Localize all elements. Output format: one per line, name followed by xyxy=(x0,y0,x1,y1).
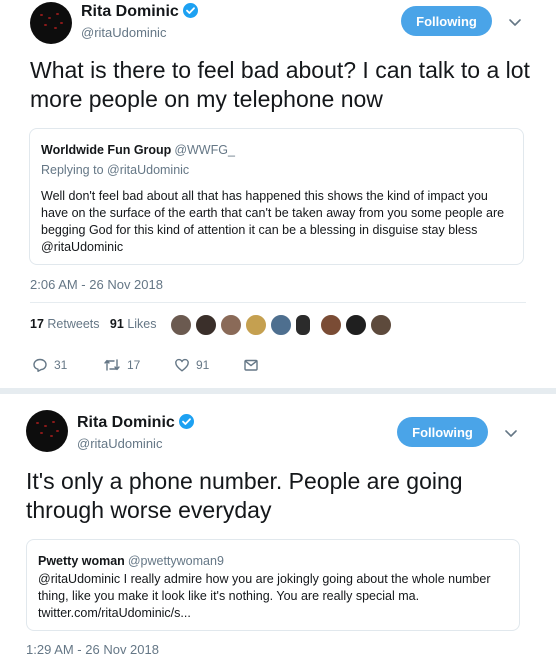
quoted-author-handle: @pwettywoman9 xyxy=(127,554,224,568)
author-avatar[interactable] xyxy=(30,2,72,44)
avatar-speck xyxy=(44,425,47,427)
divider xyxy=(30,302,526,303)
avatar-speck xyxy=(40,432,43,434)
like-icon xyxy=(175,358,189,372)
liker-avatar[interactable] xyxy=(220,314,242,336)
quoted-author-handle: @WWFG_ xyxy=(174,143,235,157)
liker-avatar[interactable] xyxy=(370,314,392,336)
engagement-stats: 17 Retweets 91 Likes xyxy=(30,317,157,331)
quoted-author-name: Worldwide Fun Group xyxy=(41,143,172,157)
following-button[interactable]: Following xyxy=(401,6,492,36)
author-handle[interactable]: @ritaUdominic xyxy=(81,25,166,40)
quoted-author-name: Pwetty woman xyxy=(38,554,125,568)
reply-count: 31 xyxy=(54,358,68,372)
avatar-speck xyxy=(44,24,47,26)
likes-count: 91 xyxy=(109,317,124,331)
avatar-speck xyxy=(36,422,39,424)
chevron-down-icon[interactable] xyxy=(507,14,523,30)
likes-label: Likes xyxy=(127,317,157,331)
tweet-text: It's only a phone number. People are goi… xyxy=(26,468,463,523)
avatar-speck xyxy=(60,22,63,24)
liker-avatar[interactable] xyxy=(170,314,192,336)
retweet-action[interactable]: 17 xyxy=(103,357,140,373)
liker-avatar[interactable] xyxy=(270,314,292,336)
replying-to-handle[interactable]: @ritaUdominic xyxy=(107,163,189,177)
replying-to: Replying to @ritaUdominic xyxy=(41,163,189,177)
retweet-count: 17 xyxy=(127,358,141,372)
liker-avatar[interactable] xyxy=(345,314,367,336)
verified-badge-icon xyxy=(182,3,198,18)
liker-avatar[interactable] xyxy=(195,314,217,336)
avatar-speck xyxy=(48,17,51,19)
quoted-author: Pwetty woman @pwettywoman9 xyxy=(38,554,224,568)
avatar-speck xyxy=(56,13,59,15)
replying-to-prefix: Replying to xyxy=(41,163,104,177)
author-avatar[interactable] xyxy=(26,410,68,452)
author-name-text: Rita Dominic xyxy=(81,3,179,20)
liker-avatar[interactable] xyxy=(320,314,342,336)
verified-badge-icon xyxy=(178,414,194,429)
liker-avatar[interactable] xyxy=(245,314,267,336)
quoted-tweet[interactable]: Pwetty woman @pwettywoman9 @ritaUdominic … xyxy=(26,539,520,631)
retweet-icon xyxy=(104,359,120,371)
tweet-text: What is there to feel bad about? I can t… xyxy=(30,57,530,112)
avatar-speck xyxy=(52,421,55,423)
author-name-text: Rita Dominic xyxy=(77,414,175,431)
retweets-count: 17 xyxy=(30,317,44,331)
retweets-label: Retweets xyxy=(47,317,100,331)
reply-action[interactable]: 31 xyxy=(32,357,67,373)
direct-message-icon xyxy=(244,359,258,371)
liker-avatar[interactable] xyxy=(295,314,311,336)
reply-icon xyxy=(33,358,47,372)
avatar-speck xyxy=(50,435,53,437)
direct-message-action[interactable] xyxy=(243,357,265,373)
quoted-author: Worldwide Fun Group @WWFG_ xyxy=(41,143,235,157)
chevron-down-icon[interactable] xyxy=(503,425,519,441)
tweet-card-1: Rita Dominic @ritaUdominic Following Wha… xyxy=(0,0,548,388)
avatar-speck xyxy=(56,430,59,432)
tweet-card-2: Rita Dominic @ritaUdominic Following It'… xyxy=(4,394,552,657)
like-action[interactable]: 91 xyxy=(174,357,209,373)
author-name[interactable]: Rita Dominic xyxy=(77,414,194,432)
quoted-tweet-text: @ritaUdominic I really admire how you ar… xyxy=(38,572,491,620)
author-handle[interactable]: @ritaUdominic xyxy=(77,436,162,451)
avatar-speck xyxy=(54,27,57,29)
avatar-speck xyxy=(40,14,43,16)
quoted-tweet-text: Well don't feel bad about all that has h… xyxy=(41,189,505,254)
author-name[interactable]: Rita Dominic xyxy=(81,3,198,21)
tweet-timestamp[interactable]: 1:29 AM - 26 Nov 2018 xyxy=(26,642,159,657)
likes-stat[interactable]: 91 Likes xyxy=(110,317,157,331)
following-button[interactable]: Following xyxy=(397,417,488,447)
retweets-stat[interactable]: 17 Retweets xyxy=(30,317,100,331)
tweet-timestamp[interactable]: 2:06 AM - 26 Nov 2018 xyxy=(30,277,163,292)
like-count: 91 xyxy=(196,358,210,372)
quoted-tweet[interactable]: Worldwide Fun Group @WWFG_ Replying to @r… xyxy=(29,128,524,265)
